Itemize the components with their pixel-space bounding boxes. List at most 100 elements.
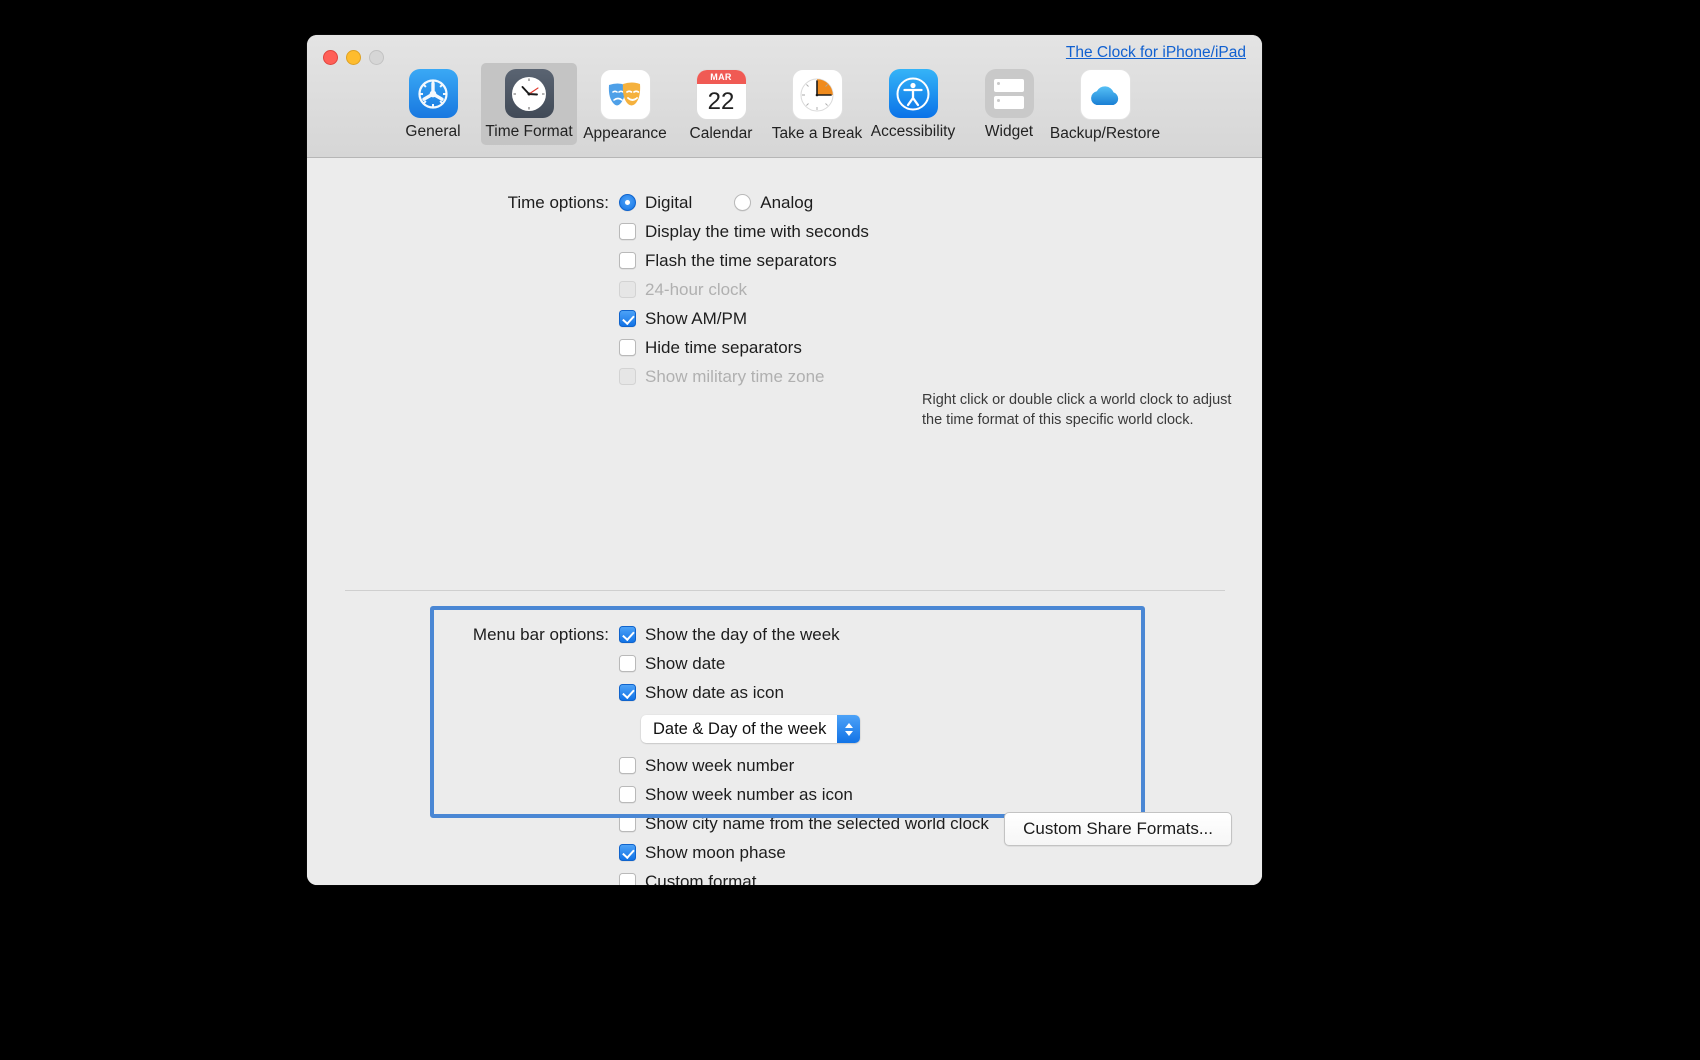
checkbox-show-city-name[interactable]: Show city name from the selected world c… [619,814,989,834]
zoom-button[interactable] [369,50,384,65]
tab-widget[interactable]: Widget [961,63,1057,145]
time-options-label: Time options: [507,192,609,212]
checkbox-military-time-zone: Show military time zone [619,367,825,387]
chevron-down-icon [844,730,853,736]
checkbox-row: Show week number [307,751,1262,780]
theater-masks-icon [599,69,651,120]
checkbox-row: Show date [307,649,1262,678]
checkbox-label: Show AM/PM [645,308,748,328]
checkbox-row: Show date as icon [307,678,1262,707]
calendar-day: 22 [707,87,735,115]
checkbox-label: Show week number [645,755,795,775]
checkbox-row: 24-hour clock [307,275,1262,304]
checkbox-label: Show date [645,653,726,673]
checkbox-label: Show week number as icon [645,784,853,804]
checkbox-indicator[interactable] [619,339,636,356]
checkbox-indicator[interactable] [619,655,636,672]
date-format-selected-value: Date & Day of the week [653,719,827,738]
checkbox-label: Show moon phase [645,842,786,862]
tab-calendar[interactable]: MAR 22 Calendar [673,63,769,147]
checkbox-label: Custom format [645,871,757,886]
toolbar-tabs: General Time Format Appearance MAR 22 Ca… [385,63,1160,147]
checkbox-show-moon-phase[interactable]: Show moon phase [619,843,786,863]
checkbox-indicator[interactable] [619,626,636,643]
tab-general[interactable]: General [385,63,481,145]
checkbox-show-week-number[interactable]: Show week number [619,756,794,776]
tab-label: Accessibility [870,123,956,140]
widget-row [994,78,1024,92]
checkbox-label: Hide time separators [645,337,802,357]
tab-take-a-break[interactable]: Take a Break [769,63,865,147]
widget-icon [984,69,1034,118]
traffic-lights [323,50,384,65]
time-options-row: Time options: Digital Analog [307,188,1262,217]
checkbox-row: Custom format [307,867,1262,885]
checkbox-label: Show date as icon [645,682,784,702]
checkbox-show-day-of-week[interactable]: Show the day of the week [619,625,840,645]
menu-bar-options-row: Menu bar options: Show the day of the we… [307,620,1262,649]
checkbox-row: Show week number as icon [307,780,1262,809]
close-button[interactable] [323,50,338,65]
cloud-icon [1079,69,1131,120]
checkbox-label: 24-hour clock [645,279,748,299]
checkbox-indicator[interactable] [619,757,636,774]
checkbox-indicator[interactable] [619,786,636,803]
checkbox-row: Display the time with seconds [307,217,1262,246]
section-divider [345,590,1225,591]
checkbox-indicator [619,281,636,298]
radio-digital-label: Digital [645,192,693,212]
tab-time-format[interactable]: Time Format [481,63,577,145]
tab-label: Backup/Restore [1049,125,1161,142]
radio-digital-indicator[interactable] [619,194,636,211]
checkbox-label: Show city name from the selected world c… [645,813,989,833]
minimize-button[interactable] [346,50,361,65]
checkbox-indicator[interactable] [619,252,636,269]
checkbox-show-date[interactable]: Show date [619,654,725,674]
checkbox-indicator[interactable] [619,223,636,240]
tab-label: General [405,123,461,140]
checkbox-show-date-as-icon[interactable]: Show date as icon [619,683,784,703]
checkbox-indicator[interactable] [619,873,636,885]
accessibility-icon [888,69,938,118]
menu-bar-options-label: Menu bar options: [472,624,609,644]
checkbox-show-am-pm[interactable]: Show AM/PM [619,309,747,329]
timer-icon [791,69,843,120]
checkbox-label: Display the time with seconds [645,221,869,241]
stepper-arrows-icon[interactable] [837,715,861,743]
promo-link[interactable]: The Clock for iPhone/iPad [1066,44,1246,62]
checkbox-indicator[interactable] [619,815,636,832]
time-options-section: Time options: Digital Analog Display the… [307,188,1262,391]
tab-appearance[interactable]: Appearance [577,63,673,147]
checkbox-show-week-number-as-icon[interactable]: Show week number as icon [619,785,853,805]
tab-label: Appearance [583,125,667,142]
preferences-content: Time options: Digital Analog Display the… [307,158,1262,885]
checkbox-indicator[interactable] [619,684,636,701]
checkbox-label: Flash the time separators [645,250,837,270]
preferences-window: The Clock for iPhone/iPad General Time F… [307,35,1262,885]
tab-label: Calendar [689,125,753,142]
gear-icon [408,69,458,118]
radio-analog-indicator[interactable] [734,194,752,211]
checkbox-indicator[interactable] [619,310,636,327]
custom-share-formats-button[interactable]: Custom Share Formats... [1004,812,1232,846]
radio-analog[interactable]: Analog [734,193,813,213]
date-format-select[interactable]: Date & Day of the week [641,715,861,743]
checkbox-custom-format[interactable]: Custom format [619,871,757,886]
tab-label: Take a Break [771,125,863,142]
tab-accessibility[interactable]: Accessibility [865,63,961,145]
checkbox-row: Flash the time separators [307,246,1262,275]
calendar-icon: MAR 22 [695,69,747,120]
checkbox-hide-separators[interactable]: Hide time separators [619,338,802,358]
tab-label: Widget [984,123,1034,140]
checkbox-row: Hide time separators [307,333,1262,362]
checkbox-row: Show AM/PM [307,304,1262,333]
checkbox-label: Show military time zone [645,366,825,386]
date-format-row: Date & Day of the week [307,707,1262,751]
checkbox-indicator[interactable] [619,844,636,861]
checkbox-flash-separators[interactable]: Flash the time separators [619,251,837,271]
world-clock-hint: Right click or double click a world cloc… [922,390,1262,430]
checkbox-indicator [619,368,636,385]
tab-backup-restore[interactable]: Backup/Restore [1050,63,1160,147]
radio-digital[interactable]: Digital [619,193,692,213]
checkbox-display-seconds[interactable]: Display the time with seconds [619,222,869,242]
